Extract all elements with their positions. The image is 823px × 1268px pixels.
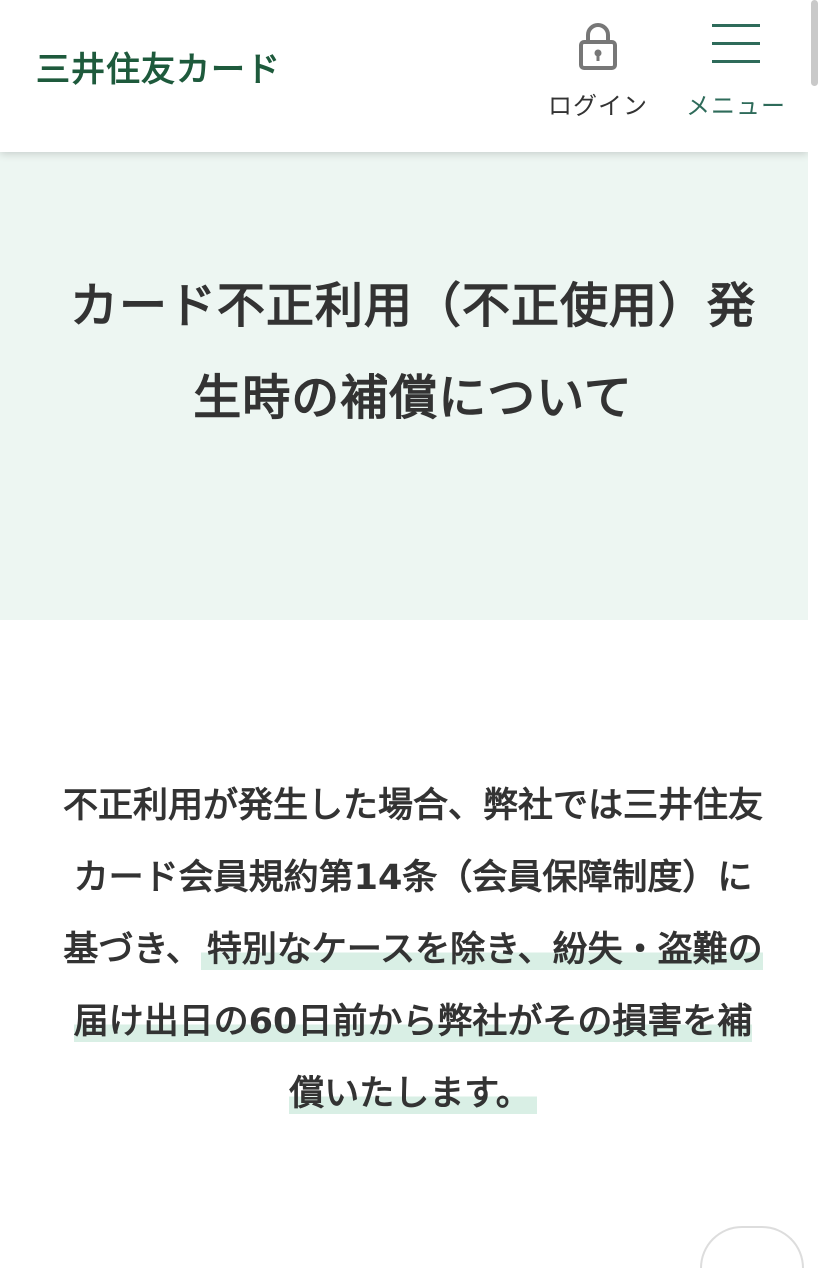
menu-button[interactable]: メニュー — [676, 14, 796, 124]
lock-icon — [579, 23, 617, 70]
scrollbar-thumb[interactable] — [811, 0, 818, 86]
main-content: 不正利用が発生した場合、弊社では三井住友カード会員規約第14条（会員保障制度）に… — [58, 770, 768, 1130]
scrollbar[interactable] — [808, 0, 823, 1244]
brand-logo[interactable]: 三井住友カード — [36, 42, 281, 91]
login-label: ログイン — [548, 92, 648, 120]
menu-label: メニュー — [686, 92, 786, 120]
decorative-shape — [700, 1226, 804, 1268]
hamburger-menu-icon — [712, 24, 760, 63]
intro-paragraph: 不正利用が発生した場合、弊社では三井住友カード会員規約第14条（会員保障制度）に… — [58, 770, 768, 1130]
login-button[interactable]: ログイン — [540, 14, 656, 124]
site-header: 三井住友カード ログイン メニュー — [0, 0, 808, 152]
page-title: カード不正利用（不正使用）発生時の補償について — [69, 278, 756, 426]
page-hero: カード不正利用（不正使用）発生時の補償について — [0, 152, 823, 620]
